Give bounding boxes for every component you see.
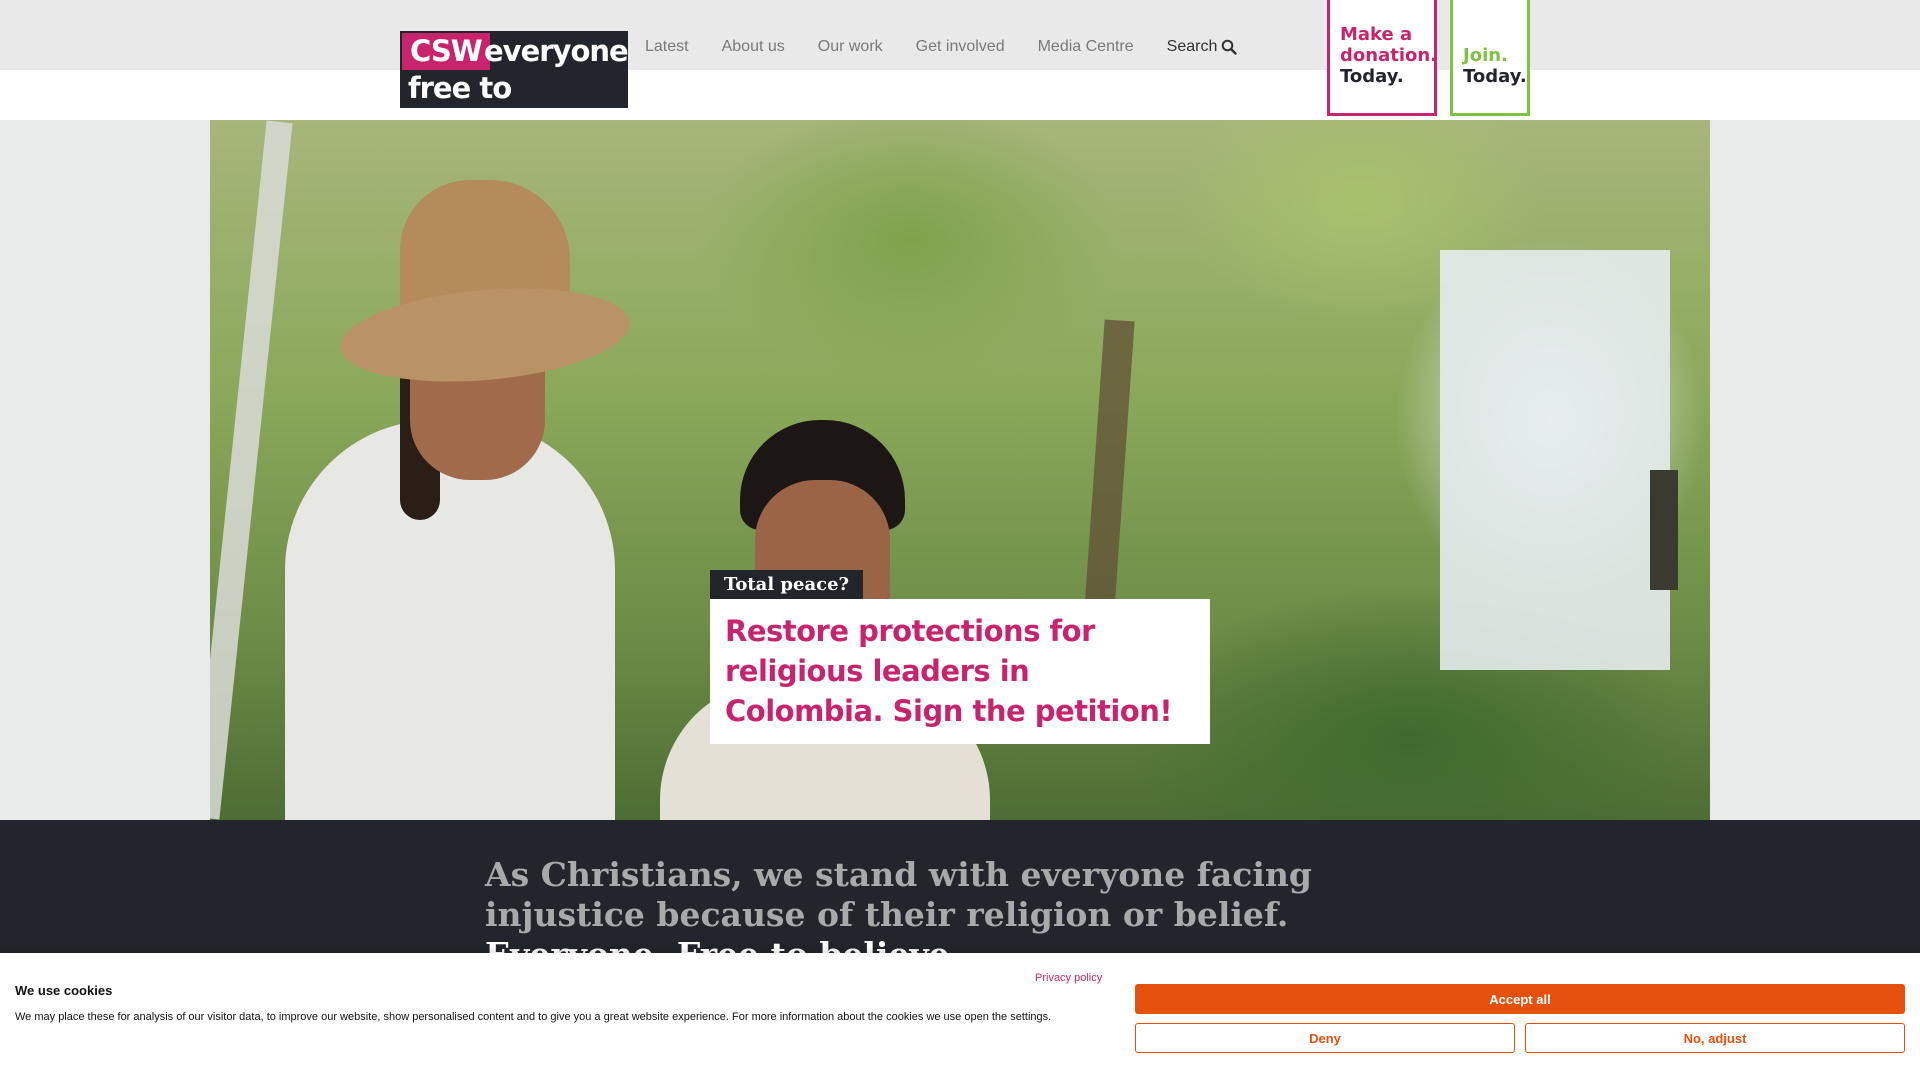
nav-item-about-us[interactable]: About us — [722, 38, 785, 56]
hero-traffic-light — [1650, 470, 1678, 590]
hero-headline: Restore protections for religious leader… — [725, 614, 1173, 728]
search-button[interactable]: Search — [1167, 38, 1238, 56]
hero-headline-card[interactable]: Restore protections for religious leader… — [710, 599, 1210, 744]
search-icon — [1222, 39, 1238, 55]
mission-statement-text: As Christians, we stand with everyone fa… — [485, 855, 1312, 934]
main-nav: Latest About us Our work Get involved Me… — [645, 38, 1238, 56]
header-white-band — [0, 70, 1920, 120]
header-top-band — [0, 0, 1920, 70]
join-button[interactable]: Join. Today. — [1450, 0, 1530, 116]
nav-item-get-involved[interactable]: Get involved — [916, 38, 1005, 56]
donate-line3: Today. — [1340, 66, 1404, 87]
search-label: Search — [1166, 38, 1218, 55]
hero-tag: Total peace? — [710, 570, 864, 599]
adjust-button[interactable]: No, adjust — [1525, 1023, 1905, 1053]
site-logo[interactable]: CSW everyone free to believe — [400, 31, 629, 142]
join-line1: Join. — [1463, 45, 1508, 66]
logo-tagline: free to believe — [408, 71, 521, 142]
cookie-text: We may place these for analysis of our v… — [15, 1011, 1052, 1023]
nav-item-our-work[interactable]: Our work — [818, 38, 883, 56]
join-line2: Today. — [1463, 66, 1527, 87]
hero-pole — [210, 120, 293, 820]
logo-word-everyone: everyone — [484, 34, 629, 68]
donate-line2: donation. — [1340, 45, 1438, 66]
donate-line1: Make a — [1340, 24, 1413, 45]
hero-man-body — [285, 420, 615, 820]
privacy-policy-link[interactable]: Privacy policy — [1035, 972, 1102, 984]
donate-button[interactable]: Make a donation. Today. — [1327, 0, 1437, 116]
logo-abbr: CSW — [402, 33, 490, 70]
deny-button[interactable]: Deny — [1135, 1023, 1515, 1053]
hero-hat-brim — [336, 277, 634, 393]
cookie-banner: We use cookies We may place these for an… — [0, 953, 1920, 1080]
accept-all-button[interactable]: Accept all — [1135, 984, 1905, 1014]
nav-item-latest[interactable]: Latest — [645, 38, 689, 56]
nav-item-media-centre[interactable]: Media Centre — [1038, 38, 1134, 56]
hero-building — [1440, 250, 1670, 670]
cookie-title: We use cookies — [15, 983, 113, 998]
